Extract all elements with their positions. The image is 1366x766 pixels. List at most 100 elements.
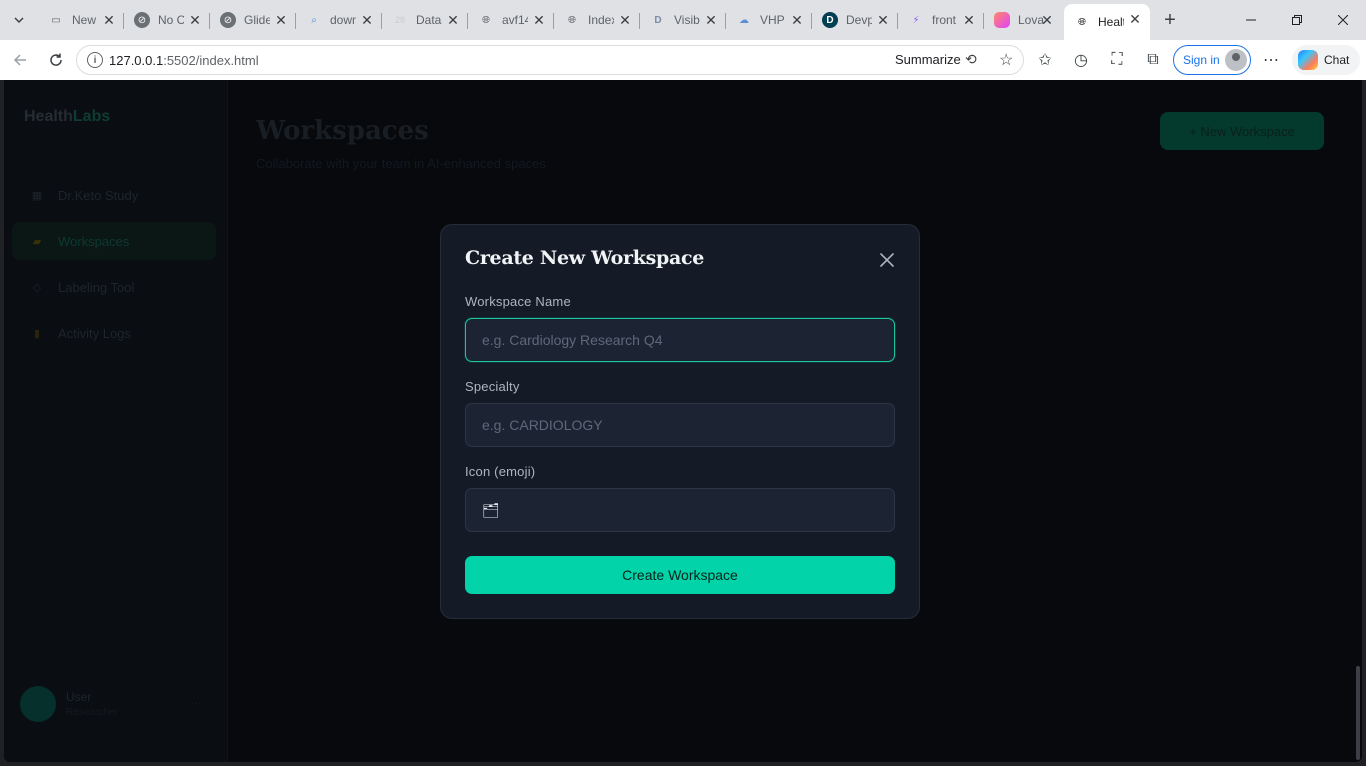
workspace-name-label: Workspace Name <box>465 294 571 309</box>
extensions-icon[interactable]: ⧉ <box>1142 49 1164 71</box>
browser-tab[interactable]: ☁ VHP ✕ <box>726 5 812 35</box>
tab-title: Datas <box>416 13 442 27</box>
user-role: Researcher <box>66 707 118 718</box>
back-button[interactable] <box>8 48 32 72</box>
browser-tab[interactable]: 🌐︎ avf14 ✕ <box>468 5 554 35</box>
summarize-icon[interactable]: ⟲ <box>965 51 977 68</box>
dataset-icon: 28 <box>394 15 405 25</box>
sidebar-item-study[interactable]: ▦ Dr.Keto Study <box>12 176 216 214</box>
sidebar-item-labeling[interactable]: ◇ Labeling Tool <box>12 268 216 306</box>
icon-emoji-input[interactable]: 🗂 <box>465 488 895 532</box>
browser-tab[interactable]: 🌐︎ Index ✕ <box>554 5 640 35</box>
avatar[interactable] <box>20 686 56 722</box>
sidebar-item-label: Dr.Keto Study <box>58 187 139 203</box>
page-viewport: HealthLabs ▦ Dr.Keto Study ▰ Workspaces ◇ L… <box>4 80 1362 762</box>
browser-tab[interactable]: D Devp ✕ <box>812 5 898 35</box>
reload-icon <box>50 53 62 66</box>
grid-icon: ▦ <box>31 189 43 202</box>
plus-icon: + <box>1164 8 1176 31</box>
close-window-button[interactable] <box>1320 0 1366 40</box>
browser-tab-strip: ▭ New ✕ ⊘ No C ✕ ⊘ Glide ✕ ⌕ down ✕ 28 Datas … <box>0 0 1366 40</box>
tab-title: VHP <box>760 13 785 27</box>
url-text: 127.0.0.1:5502/index.html <box>109 53 259 68</box>
tab-title: down <box>330 13 356 27</box>
reload-button[interactable] <box>44 48 68 72</box>
create-workspace-button[interactable]: Create Workspace <box>465 556 895 594</box>
info-icon[interactable]: i <box>87 52 103 68</box>
close-icon[interactable]: ✕ <box>186 11 204 29</box>
favorite-star-icon[interactable]: ☆ <box>999 50 1013 70</box>
new-workspace-button[interactable]: + New Workspace <box>1160 112 1324 150</box>
tab-title: Healt <box>1098 15 1124 29</box>
tab-title: Index <box>588 13 614 27</box>
close-icon[interactable]: ✕ <box>1038 11 1056 29</box>
chevron-down-icon <box>14 17 24 24</box>
close-icon <box>1338 15 1348 25</box>
tab-actions-menu-button[interactable] <box>6 7 32 33</box>
favorites-icon[interactable]: ✩ <box>1034 49 1056 71</box>
heart-icon <box>994 12 1010 28</box>
browser-tab[interactable]: ⊘ No C ✕ <box>124 5 210 35</box>
browser-tab[interactable]: 28 Datas ✕ <box>382 5 468 35</box>
globe-icon: 🌐︎ <box>1078 16 1086 28</box>
copilot-icon <box>1298 50 1318 70</box>
url-host: 127.0.0.1 <box>109 53 164 68</box>
close-icon <box>880 253 894 267</box>
close-icon[interactable]: ✕ <box>874 11 892 29</box>
copilot-chat-button[interactable]: Chat <box>1292 45 1360 75</box>
sidebar-item-label: Activity Logs <box>58 325 131 341</box>
browser-tab[interactable]: ⚡︎ front ✕ <box>898 5 984 35</box>
close-icon[interactable]: ✕ <box>616 11 634 29</box>
tag-icon: ◇ <box>32 281 42 294</box>
browser-tab[interactable]: ▭ New ✕ <box>38 5 124 35</box>
cloud-icon: ☁ <box>739 14 749 26</box>
scrollbar-thumb[interactable] <box>1356 666 1360 760</box>
close-icon[interactable]: ✕ <box>960 11 978 29</box>
browser-tab[interactable]: Lovab ✕ <box>984 5 1062 35</box>
sign-in-button[interactable]: Sign in <box>1173 45 1251 75</box>
user-menu-icon[interactable]: ⋯ <box>190 696 202 710</box>
sidebar-item-workspaces[interactable]: ▰ Workspaces <box>12 222 216 260</box>
browser-tab[interactable]: ⌕ down ✕ <box>296 5 382 35</box>
close-icon[interactable]: ✕ <box>530 11 548 29</box>
close-modal-button[interactable] <box>875 248 899 272</box>
logo-accent: Labs <box>72 108 111 125</box>
restore-button[interactable] <box>1274 0 1320 40</box>
address-bar[interactable]: i 127.0.0.1:5502/index.html Summarize ⟲ … <box>76 45 1024 75</box>
globe-icon: 🌐︎ <box>568 14 576 26</box>
tab-title: avf14 <box>502 13 528 27</box>
close-icon[interactable]: ✕ <box>702 11 720 29</box>
restore-icon <box>1292 15 1302 25</box>
more-options-icon[interactable]: ⋯ <box>1260 49 1282 71</box>
app-sidebar: HealthLabs ▦ Dr.Keto Study ▰ Workspaces ◇ L… <box>4 80 228 762</box>
specialty-input[interactable] <box>465 403 895 447</box>
browser-tab-active[interactable]: 🌐︎ Healt ✕ <box>1064 4 1150 40</box>
summarize-button[interactable]: Summarize <box>895 52 961 67</box>
minimize-button[interactable] <box>1228 0 1274 40</box>
tab-title: Glide <box>244 13 270 27</box>
screenshot-icon[interactable]: ⛶ <box>1106 49 1128 71</box>
chat-label: Chat <box>1324 53 1350 67</box>
browser-tab[interactable]: ⊘ Glide ✕ <box>210 5 296 35</box>
browser-tab[interactable]: D Visibl ✕ <box>640 5 726 35</box>
browser-toolbar: i 127.0.0.1:5502/index.html Summarize ⟲ … <box>0 40 1366 80</box>
close-icon[interactable]: ✕ <box>272 11 290 29</box>
specialty-label: Specialty <box>465 379 520 394</box>
history-icon[interactable]: ◷ <box>1070 49 1092 71</box>
compass-icon: ⊘ <box>220 12 236 28</box>
minimize-icon <box>1246 19 1256 21</box>
close-icon[interactable]: ✕ <box>100 11 118 29</box>
modal-title: Create New Workspace <box>465 247 705 269</box>
tab-title: No C <box>158 13 184 27</box>
create-workspace-modal: Create New Workspace Workspace Name Spec… <box>440 224 920 619</box>
close-icon[interactable]: ✕ <box>788 11 806 29</box>
close-icon[interactable]: ✕ <box>358 11 376 29</box>
tab-title: Devp <box>846 13 872 27</box>
close-icon[interactable]: ✕ <box>444 11 462 29</box>
workspace-name-input[interactable] <box>465 318 895 362</box>
sidebar-item-activity[interactable]: ▮ Activity Logs <box>12 314 216 352</box>
emoji-value: 🗂 <box>482 501 500 518</box>
user-name: User <box>66 690 92 704</box>
close-icon[interactable]: ✕ <box>1126 10 1144 28</box>
new-tab-button[interactable]: + <box>1158 8 1182 32</box>
